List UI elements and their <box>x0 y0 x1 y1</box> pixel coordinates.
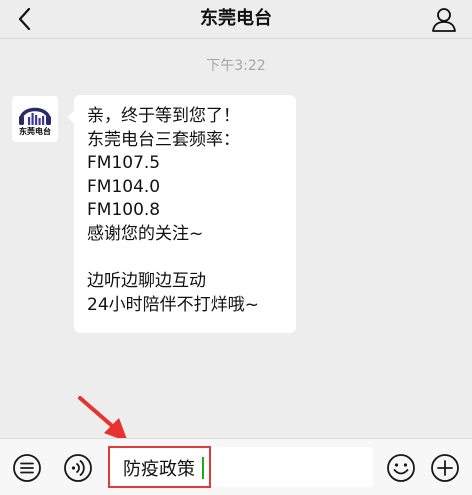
plus-icon <box>431 454 459 482</box>
emoji-button[interactable] <box>386 453 416 483</box>
person-icon <box>432 8 456 32</box>
message-line: 24小时陪伴不打烊哦~ <box>87 294 259 315</box>
header-bar: 东莞电台 <box>0 0 472 39</box>
message-timestamp: 下午3:22 <box>206 58 266 74</box>
voice-icon <box>64 454 92 482</box>
message-line: FM100.8 <box>87 200 161 221</box>
message-line: 感谢您的关注~ <box>87 223 204 244</box>
profile-button[interactable] <box>430 5 458 33</box>
voice-button[interactable] <box>63 453 93 483</box>
chat-title: 东莞电台 <box>200 8 272 29</box>
emoji-icon <box>387 454 415 482</box>
chat-screen: 东莞电台 下午3:22 东莞电台 亲，终于等到您了！ 东莞电台三套频率： FM1… <box>0 0 472 495</box>
input-toolbar: 防疫政策 <box>0 438 472 495</box>
message-line: 东莞电台三套频率： <box>87 129 240 150</box>
message-line <box>87 247 259 271</box>
message-line: FM104.0 <box>87 176 161 197</box>
headphones-logo-icon <box>19 107 51 125</box>
avatar[interactable]: 东莞电台 <box>12 96 58 142</box>
message-text: 亲，终于等到您了！ 东莞电台三套频率： FM107.5 FM104.0 FM10… <box>87 105 259 317</box>
avatar-label: 东莞电台 <box>19 127 51 136</box>
message-line: FM107.5 <box>87 153 161 174</box>
input-highlight-box <box>108 446 211 488</box>
message-bubble[interactable]: 亲，终于等到您了！ 东莞电台三套频率： FM107.5 FM104.0 FM10… <box>67 95 296 333</box>
list-menu-icon <box>13 454 41 482</box>
message-line: 边听边聊边互动 <box>87 271 206 292</box>
plus-button[interactable] <box>430 453 460 483</box>
menu-button[interactable] <box>12 453 42 483</box>
message-line: 亲，终于等到您了！ <box>87 106 240 126</box>
